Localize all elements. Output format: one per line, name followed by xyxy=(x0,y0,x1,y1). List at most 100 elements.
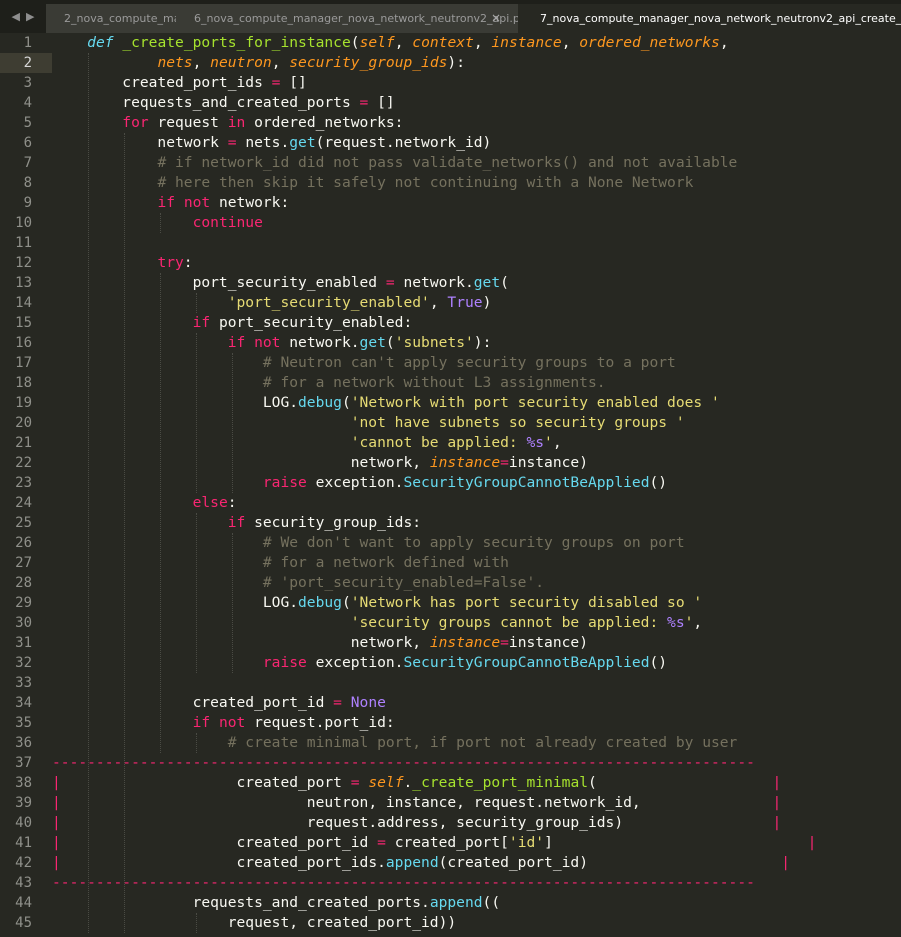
code-token: request.port_id: xyxy=(245,714,395,731)
code-line: if not network: xyxy=(52,193,289,213)
tab-bar: ◀ ▶ 2_nova_compute_manager_nova_network_… xyxy=(0,0,901,33)
code-token: . xyxy=(403,774,413,791)
code-token: , xyxy=(552,434,562,451)
code-token: LOG. xyxy=(52,594,299,611)
code-token: [] xyxy=(368,94,395,111)
code-token: self xyxy=(359,34,395,51)
code-token: (created_port_id) xyxy=(438,854,782,871)
code-line: request, created_port_id)) xyxy=(52,913,456,933)
code-line: raise exception.SecurityGroupCannotBeApp… xyxy=(52,473,667,493)
code-token: # 'port_security_enabled=False'. xyxy=(262,574,545,591)
code-token: = xyxy=(385,274,395,291)
line-number: 41 xyxy=(15,835,32,851)
code-token: ----------------------------------------… xyxy=(52,754,755,771)
line-number: 19 xyxy=(15,395,32,411)
code-line: try: xyxy=(52,253,192,273)
line-number: 27 xyxy=(15,555,32,571)
line-number: 34 xyxy=(15,695,32,711)
code-token: ----------------------------------------… xyxy=(52,874,755,891)
code-token: not xyxy=(254,334,281,351)
code-token: 'Network has port security disabled so ' xyxy=(350,594,703,611)
code-token: if xyxy=(157,194,176,211)
code-token: continue xyxy=(192,214,263,231)
code-token: nets. xyxy=(236,134,290,151)
tab-label: 2_nova_compute_manager_nova_network_neut… xyxy=(64,12,186,25)
code-token: True xyxy=(447,294,483,311)
code-token: self xyxy=(368,774,404,791)
code-area[interactable]: def _create_ports_for_instance(self, con… xyxy=(52,33,901,937)
code-token: # We don't want to apply security groups… xyxy=(262,534,685,551)
code-line: network, instance=instance) xyxy=(52,453,588,473)
code-token: () xyxy=(649,474,668,491)
code-token: # here then skip it safely not continuin… xyxy=(157,174,694,191)
code-token: | xyxy=(52,774,61,791)
code-token: # for a network without L3 assignments. xyxy=(262,374,606,391)
code-token: created_port xyxy=(60,774,351,791)
code-line: created_port_id = None xyxy=(52,693,386,713)
code-token: | xyxy=(781,854,791,871)
code-line: network, instance=instance) xyxy=(52,633,588,653)
tab-label: 7_nova_compute_manager_nova_network_neut… xyxy=(540,12,901,25)
code-line: ----------------------------------------… xyxy=(52,753,755,773)
code-token: get xyxy=(289,134,316,151)
line-number: 38 xyxy=(15,775,32,791)
tab-file-6[interactable]: 6_nova_compute_manager_nova_network_neut… xyxy=(176,4,521,33)
code-token: | xyxy=(52,794,61,811)
code-token: 'security groups cannot be applied: xyxy=(350,614,668,631)
code-line: requests_and_created_ports = [] xyxy=(52,93,395,113)
code-token: security_group_ids: xyxy=(245,514,422,531)
line-number: 11 xyxy=(15,235,32,251)
code-token: | xyxy=(772,774,782,791)
code-token: instance xyxy=(429,634,501,651)
code-line: created_port_ids = [] xyxy=(52,73,307,93)
code-token: request, created_port_id)) xyxy=(52,914,457,931)
line-number: 32 xyxy=(15,655,32,671)
tab-file-7-active[interactable]: 7_nova_compute_manager_nova_network_neut… xyxy=(518,4,901,33)
code-token: SecurityGroupCannotBeApplied xyxy=(403,474,650,491)
code-token: requests_and_created_ports xyxy=(52,94,360,111)
code-token: ( xyxy=(500,274,509,291)
line-number: 4 xyxy=(23,95,32,111)
code-token: (( xyxy=(482,894,501,911)
code-line: if port_security_enabled: xyxy=(52,313,413,333)
code-token: 'cannot be applied: xyxy=(350,434,527,451)
code-token: if xyxy=(192,314,211,331)
line-number: 18 xyxy=(15,375,32,391)
close-icon[interactable]: × xyxy=(491,4,501,33)
code-token: created_port_id xyxy=(52,694,334,711)
code-token: nets xyxy=(157,54,193,71)
code-line: 'security groups cannot be applied: %s', xyxy=(52,613,702,633)
back-arrow-icon[interactable]: ◀ xyxy=(12,10,20,23)
code-token: network, xyxy=(52,634,430,651)
code-token: LOG. xyxy=(52,394,299,411)
code-token: _create_ports_for_instance xyxy=(122,34,351,51)
code-line: | created_port = self._create_port_minim… xyxy=(52,773,781,793)
line-number: 21 xyxy=(15,435,32,451)
forward-arrow-icon[interactable]: ▶ xyxy=(26,10,34,23)
code-line: 'port_security_enabled', True) xyxy=(52,293,492,313)
code-line: continue xyxy=(52,213,263,233)
code-token: network. xyxy=(394,274,474,291)
code-token: , xyxy=(719,34,729,51)
line-number: 42 xyxy=(15,855,32,871)
code-token: security_group_ids xyxy=(289,54,448,71)
code-token: ( xyxy=(385,334,395,351)
code-token: instance xyxy=(429,454,501,471)
code-token: instance xyxy=(491,34,562,51)
code-token: _create_port_minimal xyxy=(412,774,589,791)
tab-file-2[interactable]: 2_nova_compute_manager_nova_network_neut… xyxy=(46,4,186,33)
code-editor[interactable]: 1 2 3 4 5 6 7 8 9 10 11 12 13 14 15 16 17 18 19 20 21 22 23 24 2… xyxy=(0,33,901,937)
code-token: ( xyxy=(341,594,351,611)
code-token: port_security_enabled xyxy=(52,274,386,291)
code-token: , xyxy=(429,294,448,311)
line-number: 26 xyxy=(15,535,32,551)
